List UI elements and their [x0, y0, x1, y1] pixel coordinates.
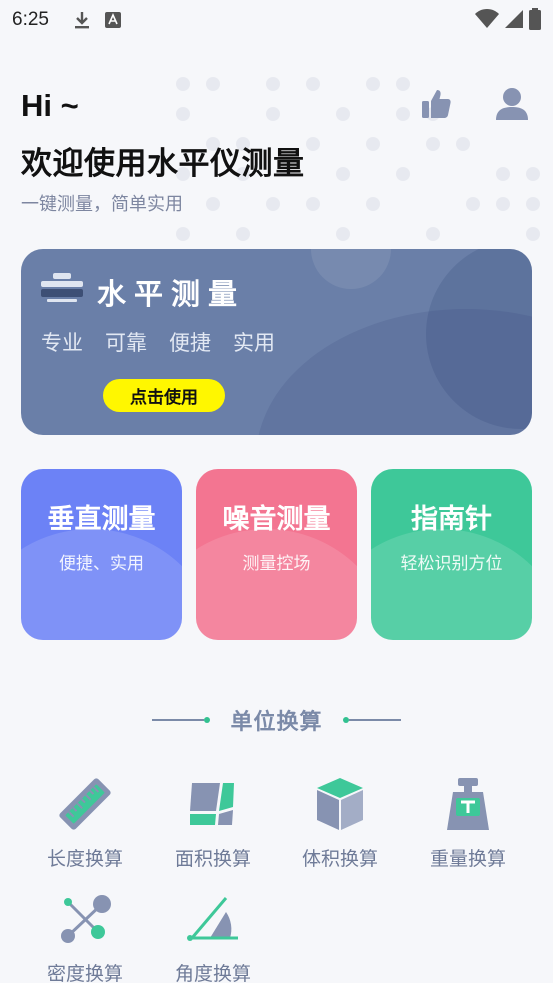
spirit-level-icon: [41, 271, 83, 307]
area-conversion-item[interactable]: 面积换算: [158, 774, 268, 871]
use-now-button[interactable]: 点击使用: [103, 379, 225, 412]
density-conversion-item[interactable]: 密度换算: [30, 889, 140, 983]
font-app-icon: [104, 12, 121, 28]
download-icon: [73, 10, 91, 30]
weight-conversion-item[interactable]: 重量换算: [413, 774, 523, 871]
length-conversion-item[interactable]: 长度换算: [30, 774, 140, 871]
noise-measure-card[interactable]: 噪音测量 测量控场: [196, 469, 357, 640]
tag: 实用: [233, 331, 275, 355]
vertical-measure-card[interactable]: 垂直测量 便捷、实用: [21, 469, 182, 640]
tool-label: 长度换算: [46, 848, 123, 870]
status-bar: 6:25: [0, 0, 553, 40]
tool-label: 角度换算: [174, 963, 251, 983]
greeting: Hi ~: [21, 88, 79, 123]
cube-icon: [310, 774, 370, 834]
vertical-measure-title: 垂直测量: [47, 504, 156, 535]
area-icon: [183, 774, 243, 834]
tool-label: 重量换算: [429, 848, 506, 870]
tool-label: 密度换算: [46, 963, 123, 983]
page-subtitle: 一键测量，简单实用: [21, 194, 183, 215]
page-title: 欢迎使用水平仪测量: [21, 146, 305, 182]
section-title: 单位换算: [230, 710, 323, 735]
density-icon: [55, 889, 115, 949]
noise-measure-subtitle: 测量控场: [242, 554, 311, 574]
status-time: 6:25: [12, 9, 49, 30]
tag: 可靠: [105, 331, 147, 355]
ruler-icon: [55, 774, 115, 834]
vertical-measure-subtitle: 便捷、实用: [59, 554, 144, 574]
level-measure-tags: 专业 可靠 便捷 实用: [41, 327, 275, 357]
weight-icon: [438, 774, 498, 834]
compass-card[interactable]: 指南针 轻松识别方位: [371, 469, 532, 640]
volume-conversion-item[interactable]: 体积换算: [285, 774, 395, 871]
wifi-icon: [475, 9, 499, 33]
unit-conversion-heading: 单位换算: [0, 704, 553, 736]
level-measure-card[interactable]: 水平测量 专业 可靠 便捷 实用 点击使用: [21, 249, 532, 435]
noise-measure-title: 噪音测量: [222, 504, 331, 535]
angle-conversion-item[interactable]: 角度换算: [158, 889, 268, 983]
tag: 专业: [41, 331, 83, 355]
tool-label: 体积换算: [301, 848, 378, 870]
compass-title: 指南针: [411, 504, 492, 535]
battery-icon: [529, 8, 541, 34]
status-indicators: [475, 8, 541, 34]
tool-label: 面积换算: [174, 848, 251, 870]
signal-icon: [505, 9, 523, 33]
angle-icon: [183, 889, 243, 949]
level-measure-title: 水平测量: [97, 277, 246, 311]
tag: 便捷: [169, 331, 211, 355]
user-profile-icon[interactable]: [494, 86, 530, 122]
compass-subtitle: 轻松识别方位: [400, 554, 503, 574]
thumbs-up-icon[interactable]: [418, 86, 454, 122]
